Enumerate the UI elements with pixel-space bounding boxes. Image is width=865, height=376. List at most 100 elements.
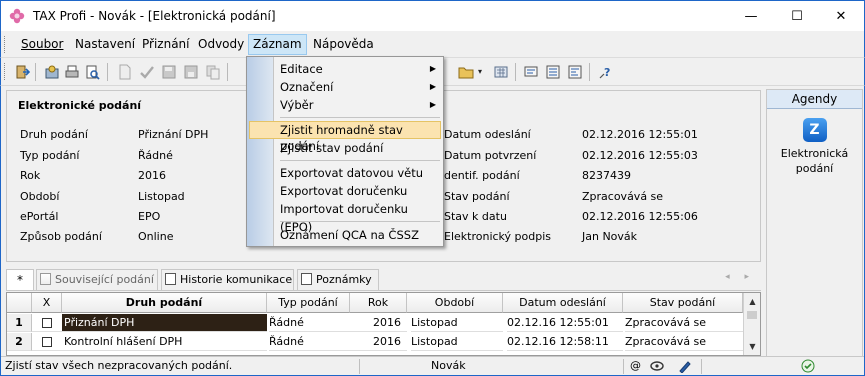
menu-soubor[interactable]: Soubor	[17, 34, 67, 55]
exit-icon[interactable]	[13, 63, 30, 80]
settings-icon[interactable]	[43, 63, 60, 80]
close-button[interactable]: ✕	[818, 1, 864, 32]
print-icon[interactable]	[63, 63, 80, 80]
menu-item-editace[interactable]: Editace ▶	[249, 60, 441, 78]
menu-item-zjistit-hromadne-stav[interactable]: Zjistit hromadně stav podání	[249, 121, 441, 153]
minimize-button[interactable]: —	[728, 1, 774, 32]
column-header-index	[7, 293, 32, 313]
cell-typ-podani: Řádné	[269, 333, 350, 351]
label-eportal: ePortál	[20, 210, 59, 223]
submenu-arrow-icon: ▶	[429, 100, 436, 109]
label-rok: Rok	[20, 169, 41, 182]
panel-title: Elektronické podání	[18, 99, 142, 112]
cell-rok: 2016	[350, 333, 407, 351]
toolbar-separator	[35, 63, 36, 81]
scroll-up-arrow[interactable]: ▲	[744, 293, 761, 310]
menu-nastaveni[interactable]: Nastavení	[71, 34, 139, 55]
cell-datum-odeslani: 02.12.16 12:55:01	[507, 314, 623, 332]
agendy-item-elektronicka-podani[interactable]: Z Elektronická podání	[767, 115, 862, 176]
window-title: TAX Profi - Novák - [Elektronická podání…	[33, 9, 276, 23]
tab-historie-komunikace[interactable]: Historie komunikace	[161, 269, 294, 290]
menu-item-vyber[interactable]: Výběr ▶	[249, 96, 441, 114]
menu-separator	[280, 160, 440, 161]
tab-strip: * Související podání Historie komunikace…	[6, 267, 761, 291]
toolbar-separator	[589, 63, 590, 81]
cell-druh-podani: Přiznání DPH	[62, 314, 267, 332]
row-checkbox[interactable]	[32, 314, 62, 332]
status-bar: Zjistí stav všech nezpracovaných podání.…	[1, 356, 864, 375]
help-icon[interactable]: ?	[597, 63, 614, 80]
message-icon[interactable]	[522, 63, 539, 80]
note-icon	[301, 273, 312, 285]
menu-item-oznaceni[interactable]: Označení ▶	[249, 78, 441, 96]
folder-dropdown-icon[interactable]: ▾	[475, 63, 485, 80]
status-separator	[701, 359, 702, 374]
row-index: 1	[7, 314, 32, 332]
cell-stav-podani: Zpracovává se	[625, 333, 743, 351]
menu-item-exportovat-dorucenku[interactable]: Exportovat doručenku	[249, 182, 441, 200]
form-icon[interactable]	[544, 63, 561, 80]
column-header-obdobi[interactable]: Období	[407, 293, 503, 313]
value-identif-podani: 8237439	[582, 169, 631, 182]
label-elektronicky-podpis: Elektronický podpis	[444, 230, 551, 243]
toolbar-separator	[107, 63, 108, 81]
scroll-down-arrow[interactable]: ▼	[744, 338, 761, 355]
menu-odvody[interactable]: Odvody	[194, 34, 248, 55]
row-checkbox[interactable]	[32, 333, 62, 351]
app-flower-icon	[9, 8, 25, 24]
status-message: Zjistí stav všech nezpracovaných podání.	[5, 359, 233, 372]
value-obdobi: Listopad	[138, 190, 185, 203]
menu-item-oznameni-qca[interactable]: Oznámení QCA na ČSSZ	[249, 226, 441, 244]
menu-napoveda[interactable]: Nápověda	[309, 34, 378, 55]
label-stav-podani: Stav podání	[444, 190, 510, 203]
value-rok: 2016	[138, 169, 166, 182]
folder-icon[interactable]	[457, 63, 474, 80]
menu-item-exportovat-datovou-vetu[interactable]: Exportovat datovou větu	[249, 164, 441, 182]
column-header-rok[interactable]: Rok	[350, 293, 407, 313]
print-preview-icon[interactable]	[83, 63, 100, 80]
maximize-button[interactable]: ☐	[774, 1, 820, 32]
value-datum-potvrzeni: 02.12.2016 12:55:03	[582, 149, 698, 162]
toolbar-separator	[515, 63, 516, 81]
column-header-druh-podani[interactable]: Druh podání	[62, 293, 267, 313]
calculator-icon[interactable]	[492, 63, 509, 80]
toolbar-separator	[227, 63, 228, 81]
check-icon	[138, 63, 155, 80]
save-icon	[160, 63, 177, 80]
row-index: 2	[7, 333, 32, 351]
label-identif-podani: dentif. podání	[444, 169, 520, 182]
menu-item-importovat-dorucenku[interactable]: Importovat doručenku (EPO)	[249, 200, 441, 234]
label-datum-odeslani: Datum odeslání	[444, 128, 531, 141]
label-typ-podani: Typ podání	[20, 149, 80, 162]
value-druh-podani: Přiznání DPH	[138, 128, 209, 141]
value-eportal: EPO	[138, 210, 161, 223]
tab-souvisejici-podani[interactable]: Související podání	[36, 269, 158, 290]
column-header-datum-odeslani[interactable]: Datum odeslání	[503, 293, 623, 313]
column-header-stav-podani[interactable]: Stav podání	[623, 293, 743, 313]
tab-all[interactable]: *	[6, 269, 34, 290]
value-zpusob-podani: Online	[138, 230, 174, 243]
column-header-x[interactable]: X	[32, 293, 62, 313]
scroll-thumb[interactable]	[747, 311, 757, 319]
menu-priznani[interactable]: Přiznání	[138, 34, 194, 55]
toolbar-grip	[4, 63, 7, 80]
value-typ-podani: Řádné	[138, 149, 173, 162]
cell-obdobi: Listopad	[411, 314, 503, 332]
menu-bar: Soubor Nastavení Přiznání Odvody Záznam …	[0, 31, 865, 58]
status-separator	[359, 359, 360, 374]
podani-table: X Druh podání Typ podání Rok Období Datu…	[6, 292, 761, 356]
column-header-typ-podani[interactable]: Typ podání	[267, 293, 350, 313]
label-datum-potvrzeni: Datum potvrzení	[444, 149, 537, 162]
signature-icon	[650, 361, 664, 371]
cell-datum-odeslani: 02.12.16 12:58:11	[507, 333, 623, 351]
table-vertical-scrollbar[interactable]: ▲ ▼	[743, 293, 760, 355]
agendy-header: Agendy	[767, 90, 862, 109]
label-obdobi: Období	[20, 190, 60, 203]
pen-icon	[679, 361, 691, 373]
tab-poznamky[interactable]: Poznámky	[297, 269, 379, 290]
menu-zaznam[interactable]: Záznam	[248, 34, 307, 55]
save-all-icon	[182, 63, 199, 80]
report-icon[interactable]	[566, 63, 583, 80]
menu-item-zjistit-stav[interactable]: Zjistit stav podání	[249, 139, 441, 157]
tab-scroll-arrows[interactable]: ◂ ▸	[725, 272, 755, 282]
